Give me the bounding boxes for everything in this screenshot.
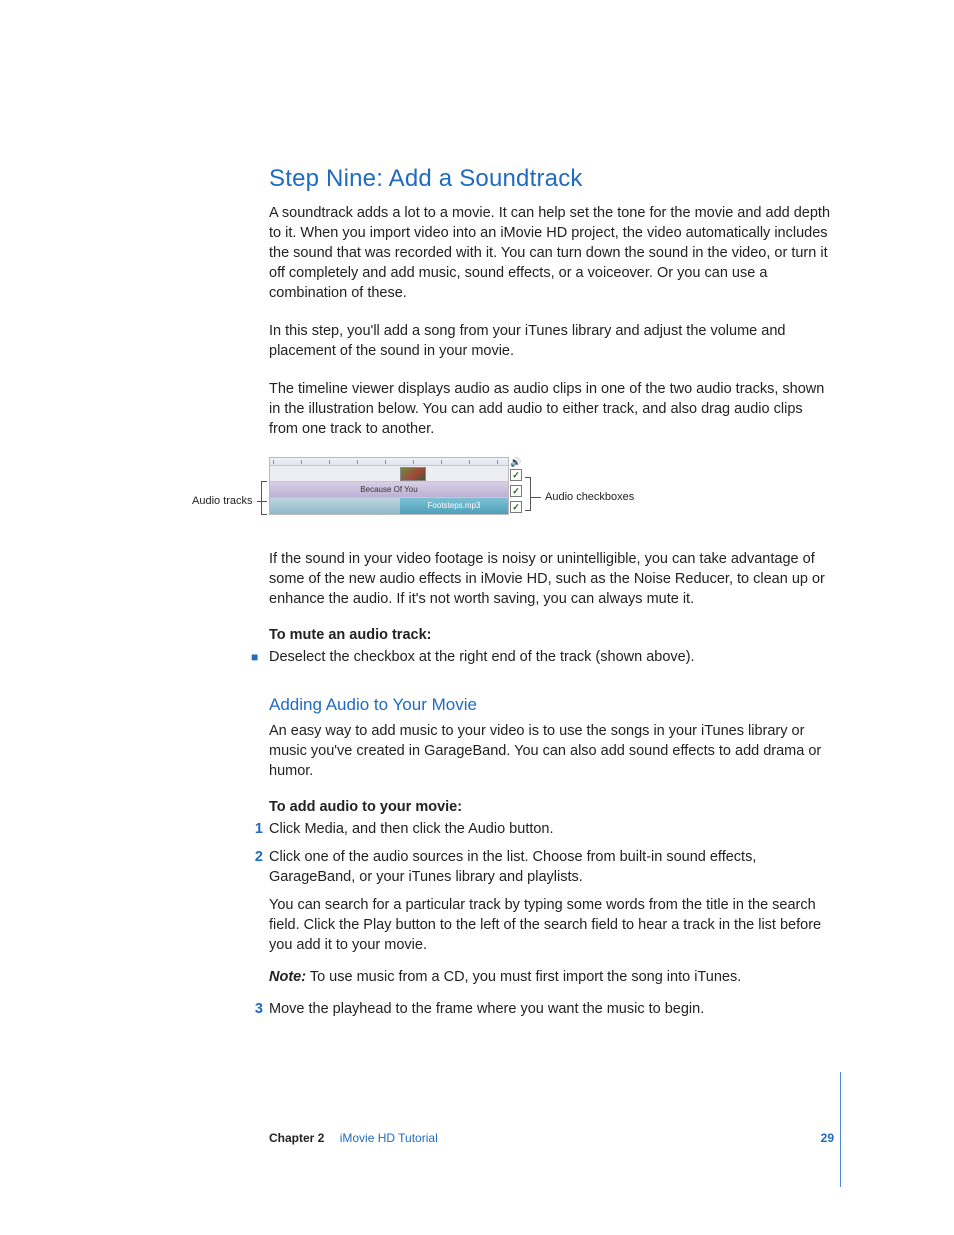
callout-label: Audio tracks	[192, 495, 253, 507]
step-number: 1	[251, 819, 269, 839]
timeline-viewer: Because Of You Footsteps.mp3	[269, 457, 509, 515]
note-text: To use music from a CD, you must first i…	[306, 969, 741, 985]
video-clip-thumbnail	[400, 467, 426, 481]
video-track	[270, 466, 508, 482]
track-checkbox[interactable]: ✓	[510, 485, 522, 497]
audio-clip-label: Because Of You	[360, 485, 417, 494]
chapter-title: iMovie HD Tutorial	[340, 1131, 438, 1145]
body-paragraph: The timeline viewer displays audio as au…	[269, 379, 834, 439]
note: Note: To use music from a CD, you must f…	[269, 967, 834, 987]
page-number: 29	[821, 1131, 834, 1145]
callout-audio-checkboxes: Audio checkboxes	[531, 491, 634, 503]
step-item: 1 Click Media, and then click the Audio …	[269, 819, 834, 839]
page-footer: Chapter 2 iMovie HD Tutorial 29	[269, 1131, 834, 1145]
task-heading: To mute an audio track:	[269, 627, 834, 643]
body-paragraph: In this step, you'll add a song from you…	[269, 321, 834, 361]
page-content: Step Nine: Add a Soundtrack A soundtrack…	[269, 165, 834, 1027]
body-paragraph: A soundtrack adds a lot to a movie. It c…	[269, 203, 834, 303]
step-text: Move the playhead to the frame where you…	[269, 999, 834, 1019]
audio-track-1: Because Of You	[270, 482, 508, 498]
step-number: 3	[251, 999, 269, 1019]
note-label: Note:	[269, 969, 306, 985]
track-checkbox[interactable]: ✓	[510, 501, 522, 513]
audio-track-2: Footsteps.mp3	[270, 498, 508, 514]
step-number: 2	[251, 847, 269, 887]
step-item: 3 Move the playhead to the frame where y…	[269, 999, 834, 1019]
callout-label: Audio checkboxes	[545, 491, 634, 503]
checkbox-column: 🔊 ✓ ✓ ✓	[510, 457, 524, 517]
step-text: Click Media, and then click the Audio bu…	[269, 819, 834, 839]
timeline-illustration: Audio tracks Because Of You Footsteps.mp…	[269, 457, 834, 527]
bullet-item: ■ Deselect the checkbox at the right end…	[269, 647, 834, 667]
leader-line	[531, 497, 541, 498]
callout-audio-tracks: Audio tracks	[192, 495, 267, 507]
speaker-icon: 🔊	[510, 457, 522, 467]
step-text: Click one of the audio sources in the li…	[269, 847, 834, 887]
task-heading: To add audio to your movie:	[269, 799, 834, 815]
audio-clip: Footsteps.mp3	[400, 498, 508, 514]
footer-left: Chapter 2 iMovie HD Tutorial	[269, 1131, 438, 1145]
section-heading: Step Nine: Add a Soundtrack	[269, 165, 834, 193]
body-paragraph: An easy way to add music to your video i…	[269, 721, 834, 781]
bracket-icon	[261, 481, 267, 515]
bullet-icon: ■	[251, 647, 269, 667]
step-detail: You can search for a particular track by…	[269, 895, 834, 955]
page-edge-rule	[840, 1072, 841, 1187]
track-checkbox[interactable]: ✓	[510, 469, 522, 481]
audio-clip-label: Footsteps.mp3	[428, 501, 481, 510]
timeline-ruler	[270, 458, 508, 466]
chapter-label: Chapter 2	[269, 1131, 324, 1145]
step-item: 2 Click one of the audio sources in the …	[269, 847, 834, 887]
body-paragraph: If the sound in your video footage is no…	[269, 549, 834, 609]
bullet-text: Deselect the checkbox at the right end o…	[269, 647, 834, 667]
subsection-heading: Adding Audio to Your Movie	[269, 695, 834, 715]
